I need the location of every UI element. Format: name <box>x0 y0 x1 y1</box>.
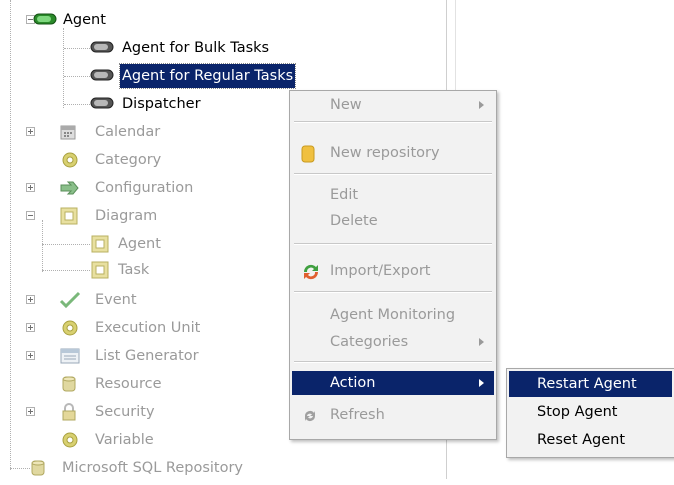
tree-node-label: Agent <box>63 12 106 28</box>
database-icon <box>301 145 315 171</box>
tree-node-diagram[interactable]: Diagram <box>26 204 253 228</box>
gear-icon <box>59 151 81 177</box>
expand-toggle[interactable] <box>26 407 35 416</box>
menu-item-label: Edit <box>330 187 359 203</box>
menu-item-label: Agent Monitoring <box>330 307 456 323</box>
tree-node-category[interactable]: Category <box>33 148 253 172</box>
menu-item-label: Categories <box>330 334 409 350</box>
submenu-item-label: Reset Agent <box>537 432 626 448</box>
tree-node-label: Resource <box>95 376 162 392</box>
refresh-icon <box>301 407 319 433</box>
tree-node-variable[interactable]: Variable <box>33 428 253 452</box>
diagram-icon <box>59 207 79 233</box>
menu-item-categories[interactable]: Categories <box>292 330 494 354</box>
action-submenu: Restart Agent Stop Agent Reset Agent <box>506 368 674 458</box>
submenu-item-restart-agent[interactable]: Restart Agent <box>509 371 672 397</box>
tree-node-agent[interactable]: Agent <box>26 8 233 35</box>
menu-item-new-repository[interactable]: New repository <box>292 141 494 165</box>
submenu-arrow-icon <box>479 101 484 109</box>
agent-icon <box>90 67 114 91</box>
diagram-icon <box>90 261 110 287</box>
agent-icon <box>33 11 57 35</box>
database-icon <box>61 375 77 401</box>
expand-toggle[interactable] <box>26 351 35 360</box>
menu-item-label: New repository <box>330 145 440 161</box>
menu-item-agent-monitoring[interactable]: Agent Monitoring <box>292 303 494 327</box>
menu-item-delete[interactable]: Delete <box>292 209 494 233</box>
collapse-toggle[interactable] <box>26 211 35 220</box>
tree-node-diagram-agent[interactable]: Agent <box>90 232 290 256</box>
menu-separator <box>294 173 492 175</box>
submenu-item-label: Stop Agent <box>537 404 618 420</box>
expand-toggle[interactable] <box>26 323 35 332</box>
menu-item-import-export[interactable]: Import/Export <box>292 259 494 283</box>
agent-icon <box>90 39 114 63</box>
submenu-arrow-icon <box>479 379 484 387</box>
menu-separator <box>294 291 492 293</box>
context-menu: New New repository Edit Delete Import/Ex… <box>289 90 497 440</box>
tree-node-configuration[interactable]: Configuration <box>26 176 253 200</box>
lock-icon <box>61 403 77 429</box>
tree-node-event[interactable]: Event <box>26 288 253 312</box>
tree-node-sql-repository[interactable]: Microsoft SQL Repository <box>30 456 330 480</box>
calendar-icon <box>59 123 77 149</box>
submenu-item-reset-agent[interactable]: Reset Agent <box>509 427 672 453</box>
tree-node-label: Configuration <box>95 180 194 196</box>
menu-item-new[interactable]: New <box>292 93 494 117</box>
menu-item-label: Refresh <box>330 407 385 423</box>
panel-divider <box>455 0 456 92</box>
tree-node-label: Event <box>95 292 137 308</box>
tree-node-label: Variable <box>95 432 154 448</box>
menu-item-label: Action <box>330 375 376 391</box>
menu-separator <box>294 243 492 245</box>
expand-toggle[interactable] <box>26 127 35 136</box>
submenu-item-label: Restart Agent <box>537 376 637 392</box>
tree-node-diagram-task[interactable]: Task <box>90 258 290 282</box>
tree-node-label: Task <box>118 262 150 278</box>
tree-node-label: Security <box>95 404 155 420</box>
tree-node-dispatcher[interactable]: Dispatcher <box>90 92 290 116</box>
menu-item-label: Import/Export <box>330 263 431 279</box>
tree-node-security[interactable]: Security <box>26 400 253 424</box>
menu-separator <box>294 361 492 363</box>
gear-icon <box>59 431 81 457</box>
tree-node-resource[interactable]: Resource <box>33 372 253 396</box>
database-icon <box>30 459 46 485</box>
configuration-icon <box>59 179 81 205</box>
tree-node-label: Microsoft SQL Repository <box>62 460 244 476</box>
tree-node-label: Agent for Bulk Tasks <box>122 40 270 56</box>
list-icon <box>59 347 81 373</box>
tree-node-agent-bulk[interactable]: Agent for Bulk Tasks <box>90 36 310 60</box>
menu-item-label: New <box>330 97 362 113</box>
expand-toggle[interactable] <box>26 295 35 304</box>
menu-item-label: Delete <box>330 213 378 229</box>
tree-node-list-generator[interactable]: List Generator <box>26 344 253 368</box>
gear-icon <box>59 319 81 345</box>
tree-node-label: Dispatcher <box>122 96 201 112</box>
agent-icon <box>90 95 114 119</box>
tree-node-label: Agent <box>118 236 161 252</box>
expand-toggle[interactable] <box>26 183 35 192</box>
tree-node-label: Category <box>95 152 162 168</box>
menu-item-action[interactable]: Action <box>292 371 494 395</box>
menu-separator <box>294 121 492 123</box>
tree-node-agent-regular[interactable]: Agent for Regular Tasks <box>90 63 330 91</box>
submenu-item-stop-agent[interactable]: Stop Agent <box>509 399 672 425</box>
tree-node-calendar[interactable]: Calendar <box>26 120 253 144</box>
tree-node-label: List Generator <box>95 348 199 364</box>
submenu-arrow-icon <box>479 338 484 346</box>
tree-node-label: Agent for Regular Tasks <box>118 63 297 89</box>
tree-node-execution-unit[interactable]: Execution Unit <box>26 316 253 340</box>
checkmark-icon <box>59 291 81 317</box>
tree-node-label: Diagram <box>95 208 158 224</box>
tree-node-label: Execution Unit <box>95 320 201 336</box>
tree-node-label: Calendar <box>95 124 161 140</box>
menu-item-edit[interactable]: Edit <box>292 183 494 207</box>
import-export-icon <box>301 263 321 289</box>
menu-item-refresh[interactable]: Refresh <box>292 403 494 427</box>
